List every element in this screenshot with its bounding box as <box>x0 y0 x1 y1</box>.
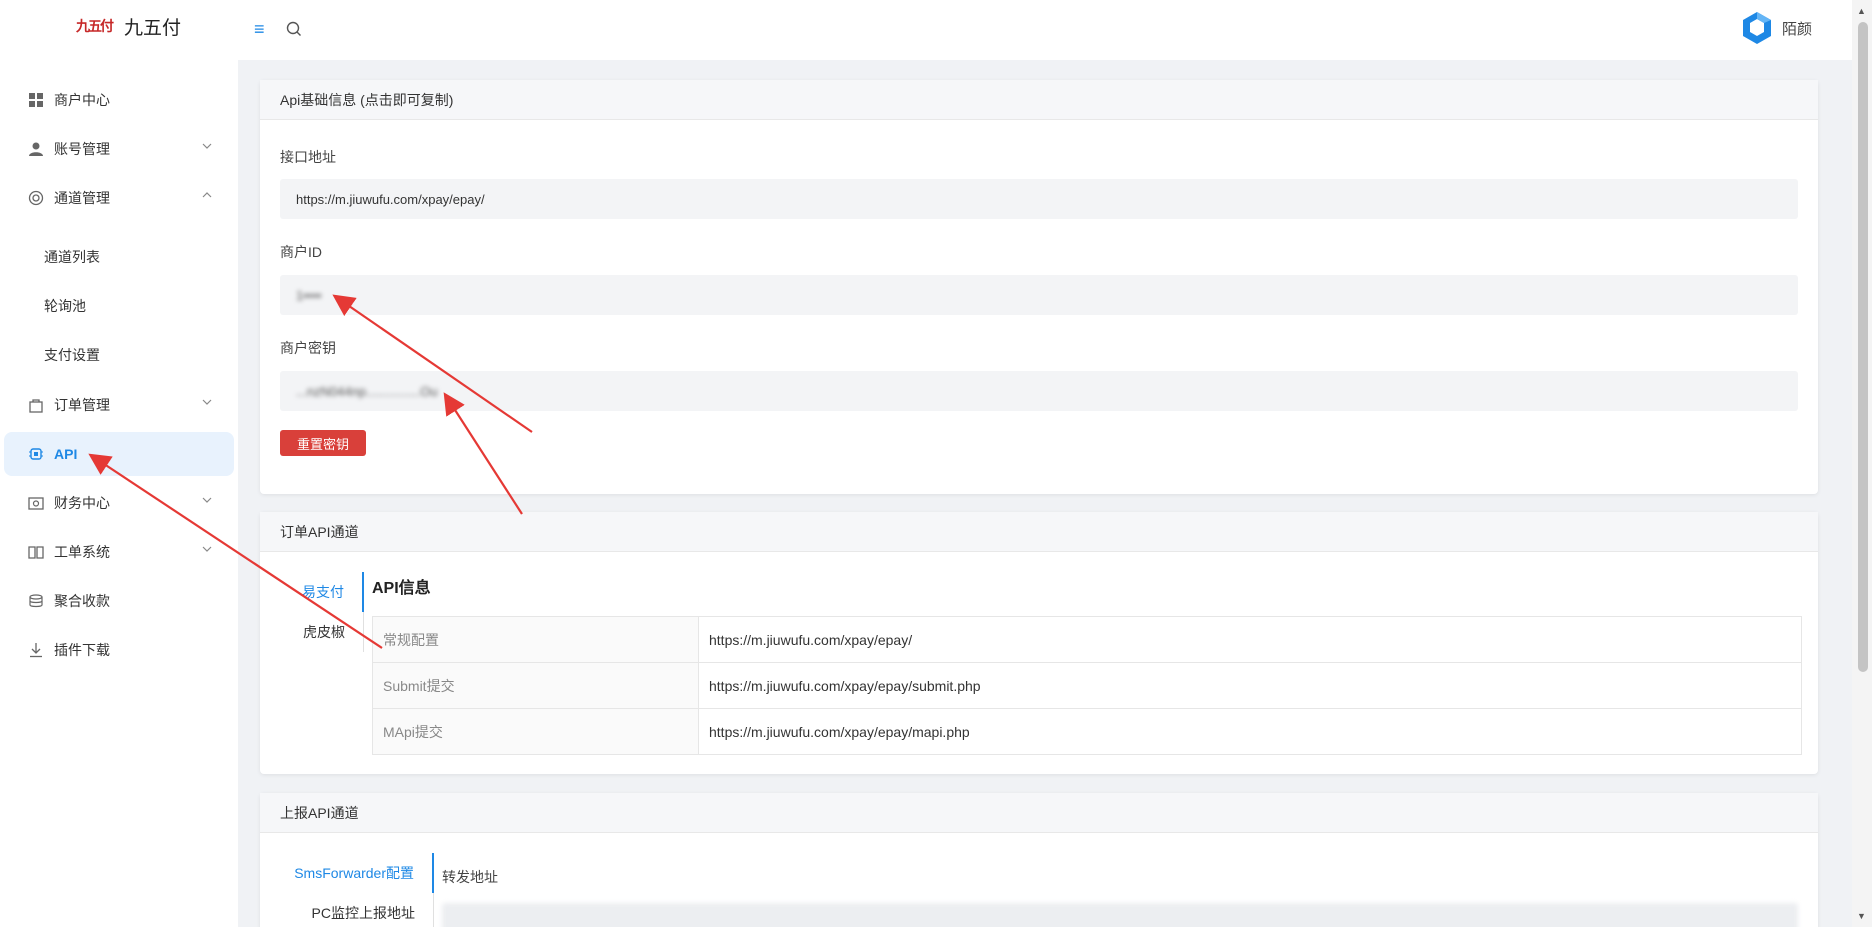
sidebar-item-ticket[interactable]: 工单系统 <box>4 530 234 574</box>
user-menu[interactable]: 陌颜 <box>1740 10 1812 46</box>
sidebar-item-account[interactable]: 账号管理 <box>4 127 234 171</box>
table-row: Submit提交 https://m.jiuwufu.com/xpay/epay… <box>372 662 1802 709</box>
sidebar-item-api[interactable]: API <box>4 432 234 476</box>
chevron-down-icon <box>202 497 212 503</box>
search-icon[interactable] <box>284 19 304 39</box>
sidebar-item-label: 工单系统 <box>54 544 110 560</box>
row-value[interactable]: https://m.jiuwufu.com/xpay/epay/ <box>698 616 1802 663</box>
forward-address-field[interactable] <box>442 903 1798 927</box>
sidebar-subitem-polling-pool[interactable]: 轮询池 <box>4 286 234 326</box>
row-key: 常规配置 <box>372 616 699 663</box>
secret-value: ...nzN044np...............Ou <box>296 383 438 399</box>
card-header: Api基础信息 (点击即可复制) <box>260 80 1818 120</box>
sidebar-item-label: 插件下载 <box>54 642 110 658</box>
report-api-tabs: SmsForwarder配置 PC监控上报地址 <box>280 853 434 927</box>
sidebar-subitem-channel-list[interactable]: 通道列表 <box>4 237 234 277</box>
tab-epay[interactable]: 易支付 <box>280 572 364 612</box>
scroll-down-icon[interactable]: ▼ <box>1857 911 1866 921</box>
endpoint-value: https://m.jiuwufu.com/xpay/epay/ <box>296 191 485 207</box>
api-basic-info-card: Api基础信息 (点击即可复制) 接口地址 https://m.jiuwufu.… <box>260 80 1818 494</box>
table-row: 常规配置 https://m.jiuwufu.com/xpay/epay/ <box>372 616 1802 663</box>
sidebar-subitem-label: 轮询池 <box>44 298 86 314</box>
chevron-down-icon <box>202 399 212 405</box>
scrollbar-thumb[interactable] <box>1858 22 1868 672</box>
brand-name: 九五付 <box>124 17 182 39</box>
finance-icon <box>28 497 44 510</box>
reset-secret-button[interactable]: 重置密钥 <box>280 430 366 456</box>
ring-icon <box>28 190 44 206</box>
endpoint-label: 接口地址 <box>280 149 336 165</box>
coin-stack-icon <box>29 594 43 608</box>
sidebar: 商户中心 账号管理 通道管理 通道列表 轮询池 支付设置 订单管理 API 财务… <box>0 60 238 927</box>
grid-icon <box>29 93 43 107</box>
sidebar-item-label: API <box>54 446 78 462</box>
user-name: 陌颜 <box>1781 20 1812 38</box>
endpoint-field[interactable]: https://m.jiuwufu.com/xpay/epay/ <box>280 179 1798 219</box>
chevron-up-icon <box>202 192 212 198</box>
sidebar-item-label: 通道管理 <box>54 190 110 206</box>
sidebar-item-merchant-center[interactable]: 商户中心 <box>4 78 234 122</box>
card-header: 订单API通道 <box>260 512 1818 552</box>
sidebar-subitem-payment-settings[interactable]: 支付设置 <box>4 335 234 375</box>
sidebar-item-label: 财务中心 <box>54 495 110 511</box>
api-info-table: 常规配置 https://m.jiuwufu.com/xpay/epay/ Su… <box>372 616 1802 755</box>
merchant-id-label: 商户ID <box>280 244 322 260</box>
main-content: Api基础信息 (点击即可复制) 接口地址 https://m.jiuwufu.… <box>238 60 1852 927</box>
table-row: MApi提交 https://m.jiuwufu.com/xpay/epay/m… <box>372 708 1802 755</box>
row-value[interactable]: https://m.jiuwufu.com/xpay/epay/mapi.php <box>698 708 1802 755</box>
secret-label: 商户密钥 <box>280 340 336 356</box>
row-key: MApi提交 <box>372 708 699 755</box>
order-api-tabs: 易支付 虎皮椒 <box>280 572 364 652</box>
forward-address-label: 转发地址 <box>442 869 498 885</box>
row-value[interactable]: https://m.jiuwufu.com/xpay/epay/submit.p… <box>698 662 1802 709</box>
brand-logo[interactable]: 九五付 九五付 <box>70 12 181 40</box>
hexagon-logo-icon <box>1742 12 1771 44</box>
top-bar: 九五付 九五付 ≡ 陌颜 <box>0 0 1852 60</box>
merchant-id-value: 1•••• <box>296 287 322 303</box>
report-api-card: 上报API通道 SmsForwarder配置 PC监控上报地址 转发地址 <box>260 793 1818 927</box>
sidebar-item-label: 商户中心 <box>54 92 110 108</box>
download-icon <box>30 643 42 658</box>
sidebar-subitem-label: 通道列表 <box>44 249 100 265</box>
sidebar-item-finance[interactable]: 财务中心 <box>4 481 234 525</box>
order-api-card: 订单API通道 易支付 虎皮椒 API信息 常规配置 https://m.jiu… <box>260 512 1818 774</box>
secret-field[interactable]: ...nzN044np...............Ou <box>280 371 1798 411</box>
tab-smsforwarder[interactable]: SmsForwarder配置 <box>280 853 434 893</box>
scroll-up-icon[interactable]: ▲ <box>1857 6 1866 16</box>
card-header: 上报API通道 <box>260 793 1818 833</box>
bag-icon <box>29 399 43 413</box>
api-info-title: API信息 <box>372 580 431 597</box>
sidebar-item-plugin-download[interactable]: 插件下载 <box>4 628 234 672</box>
tab-pc-monitor[interactable]: PC监控上报地址 <box>280 893 434 927</box>
sidebar-subitem-label: 支付设置 <box>44 347 100 363</box>
sidebar-item-label: 账号管理 <box>54 141 110 157</box>
chevron-down-icon <box>202 143 212 149</box>
sidebar-item-orders[interactable]: 订单管理 <box>4 383 234 427</box>
vertical-scrollbar[interactable]: ▲ ▼ <box>1852 0 1872 927</box>
book-icon <box>28 546 44 559</box>
tab-hupijiao[interactable]: 虎皮椒 <box>280 612 364 652</box>
sidebar-item-label: 聚合收款 <box>54 593 110 609</box>
sidebar-item-label: 订单管理 <box>54 397 110 413</box>
chevron-down-icon <box>202 546 212 552</box>
brand-mark: 九五付 <box>76 19 114 35</box>
user-icon <box>29 142 43 156</box>
menu-icon[interactable]: ≡ <box>254 19 265 39</box>
row-key: Submit提交 <box>372 662 699 709</box>
chip-icon <box>29 448 43 460</box>
merchant-id-field[interactable]: 1•••• <box>280 275 1798 315</box>
sidebar-item-channel[interactable]: 通道管理 <box>4 176 234 220</box>
sidebar-item-aggregate-payment[interactable]: 聚合收款 <box>4 579 234 623</box>
